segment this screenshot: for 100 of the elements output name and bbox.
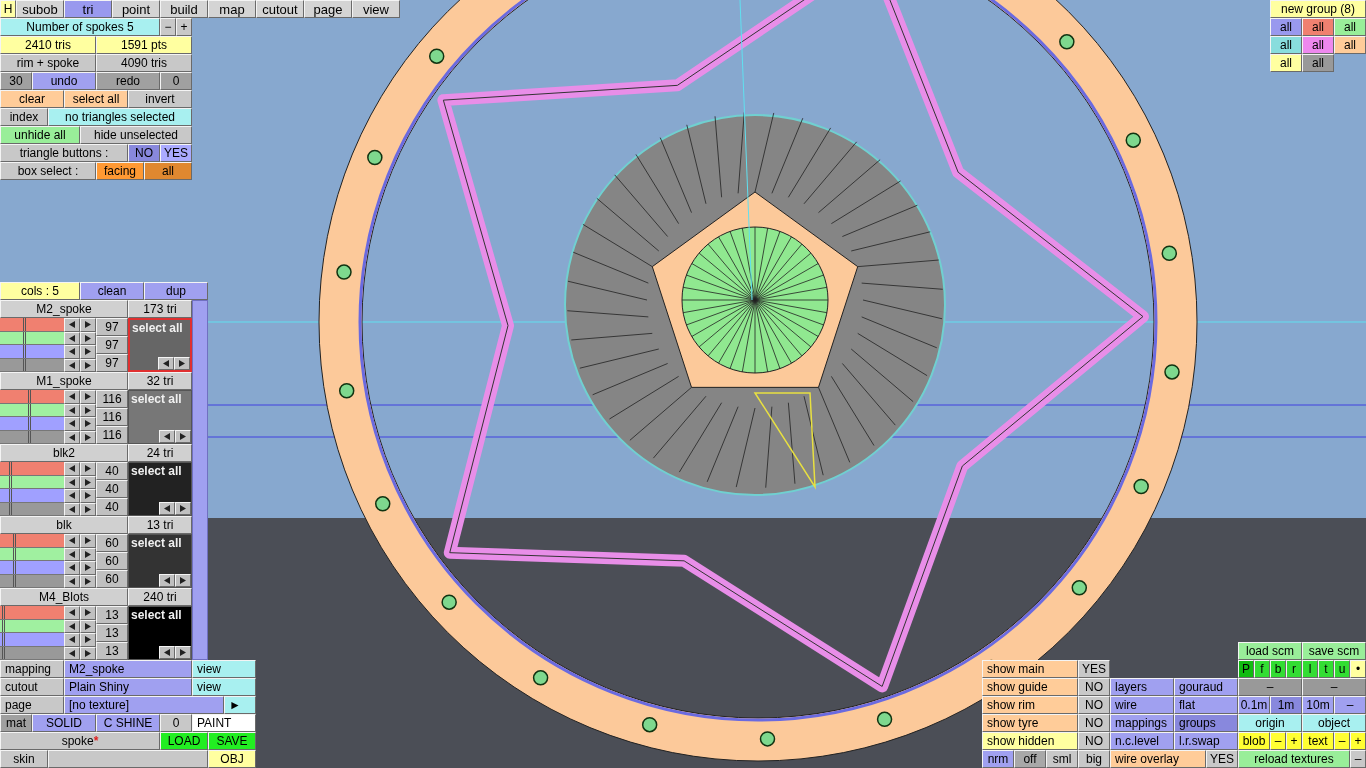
display-option-button[interactable]: wire overlay: [1110, 750, 1206, 768]
left-arrow-button[interactable]: [64, 489, 80, 503]
slider-thumb[interactable]: [22, 318, 26, 331]
material-setting-button[interactable]: PAINT: [192, 714, 256, 732]
display-option-button[interactable]: YES: [1078, 660, 1110, 678]
display-option-button[interactable]: off: [1014, 750, 1046, 768]
view-control-button[interactable]: origin: [1238, 714, 1302, 732]
view-control-button[interactable]: •: [1350, 660, 1366, 678]
view-control-button[interactable]: –: [1350, 750, 1366, 768]
select-all-label[interactable]: select all: [129, 535, 191, 549]
material-name[interactable]: M2_spoke: [0, 300, 128, 318]
select-all-label[interactable]: select all: [130, 320, 190, 334]
material-setting-button[interactable]: SOLID: [32, 714, 96, 732]
view-control-button[interactable]: –: [1334, 696, 1366, 714]
material-name[interactable]: M4_Blots: [0, 588, 128, 606]
right-arrow-button[interactable]: [80, 417, 96, 431]
material-setting-button[interactable]: mapping: [0, 660, 64, 678]
view-control-button[interactable]: –: [1238, 678, 1302, 696]
slider-thumb[interactable]: [27, 390, 31, 403]
view-control-button[interactable]: 10m: [1302, 696, 1334, 714]
color-slider[interactable]: [0, 390, 64, 404]
view-control-button[interactable]: 1m: [1270, 696, 1302, 714]
tool-button[interactable]: box select :: [0, 162, 96, 180]
display-option-button[interactable]: NO: [1078, 732, 1110, 750]
material-setting-button[interactable]: skin: [0, 750, 48, 768]
left-arrow-button[interactable]: [64, 318, 80, 332]
material-swatch[interactable]: select all: [128, 318, 192, 372]
color-slider[interactable]: [0, 633, 64, 647]
menu-tab[interactable]: build: [160, 0, 208, 18]
display-option-button[interactable]: layers: [1110, 678, 1174, 696]
material-setting-button[interactable]: Plain Shiny: [64, 678, 192, 696]
left-arrow-button[interactable]: [64, 417, 80, 431]
view-control-button[interactable]: reload textures: [1238, 750, 1350, 768]
left-arrow-button[interactable]: [64, 534, 80, 548]
slider-thumb[interactable]: [22, 331, 26, 344]
display-option-button[interactable]: gouraud: [1174, 678, 1238, 696]
right-arrow-button[interactable]: [80, 390, 96, 404]
material-name[interactable]: blk2: [0, 444, 128, 462]
select-all-label[interactable]: select all: [129, 463, 191, 477]
group-button[interactable]: new group (8): [1270, 0, 1366, 18]
view-control-button[interactable]: P: [1238, 660, 1254, 678]
color-slider[interactable]: [0, 534, 64, 548]
material-swatch[interactable]: select all: [128, 462, 192, 516]
slider-thumb[interactable]: [13, 534, 17, 547]
material-setting-button[interactable]: view: [192, 678, 256, 696]
tool-button[interactable]: Number of spokes 5: [0, 18, 160, 36]
material-setting-button[interactable]: page: [0, 696, 64, 714]
menu-tab[interactable]: map: [208, 0, 256, 18]
display-option-button[interactable]: sml: [1046, 750, 1078, 768]
material-setting-button[interactable]: 0: [160, 714, 192, 732]
color-slider[interactable]: [0, 462, 64, 476]
right-arrow-button[interactable]: [80, 462, 96, 476]
color-slider[interactable]: [0, 606, 64, 620]
scrollbar[interactable]: [192, 300, 208, 660]
material-swatch[interactable]: select all: [128, 534, 192, 588]
tool-button[interactable]: clear: [0, 90, 64, 108]
right-arrow-button[interactable]: [175, 502, 191, 515]
right-arrow-button[interactable]: [80, 345, 96, 359]
tool-button[interactable]: hide unselected: [80, 126, 192, 144]
slider-thumb[interactable]: [8, 462, 12, 475]
select-all-label[interactable]: select all: [129, 607, 191, 621]
right-arrow-button[interactable]: [80, 561, 96, 575]
display-option-button[interactable]: show tyre: [982, 714, 1078, 732]
view-control-button[interactable]: –: [1302, 678, 1366, 696]
menu-tab[interactable]: subob: [16, 0, 64, 18]
group-button[interactable]: all: [1302, 36, 1334, 54]
view-control-button[interactable]: save scm: [1302, 642, 1366, 660]
material-swatch[interactable]: select all: [128, 606, 192, 660]
menu-tab[interactable]: page: [304, 0, 352, 18]
view-control-button[interactable]: object: [1302, 714, 1366, 732]
left-arrow-button[interactable]: [159, 430, 175, 443]
blank-field[interactable]: [48, 750, 208, 768]
display-option-button[interactable]: YES: [1206, 750, 1238, 768]
view-control-button[interactable]: l: [1302, 660, 1318, 678]
material-setting-button[interactable]: [no texture]: [64, 696, 224, 714]
right-arrow-button[interactable]: [80, 489, 96, 503]
display-option-button[interactable]: l.r.swap: [1174, 732, 1238, 750]
left-arrow-button[interactable]: [64, 561, 80, 575]
right-arrow-button[interactable]: [80, 633, 96, 647]
color-slider[interactable]: [0, 561, 64, 575]
tool-button[interactable]: all: [144, 162, 192, 180]
right-arrow-button[interactable]: [80, 606, 96, 620]
display-option-button[interactable]: nrm: [982, 750, 1014, 768]
color-slider[interactable]: [0, 318, 64, 332]
tool-button[interactable]: YES: [160, 144, 192, 162]
material-name[interactable]: M1_spoke: [0, 372, 128, 390]
material-swatch[interactable]: select all: [128, 390, 192, 444]
display-option-button[interactable]: NO: [1078, 714, 1110, 732]
slider-thumb[interactable]: [8, 475, 12, 488]
group-button[interactable]: all: [1270, 54, 1302, 72]
slider-thumb[interactable]: [8, 502, 12, 515]
home-button[interactable]: H: [0, 0, 16, 18]
view-control-button[interactable]: +: [1350, 732, 1366, 750]
color-slider[interactable]: [0, 345, 64, 359]
slider-thumb[interactable]: [8, 489, 12, 502]
tool-button[interactable]: select all: [64, 90, 128, 108]
display-option-button[interactable]: n.c.level: [1110, 732, 1174, 750]
slider-thumb[interactable]: [1, 619, 5, 632]
left-arrow-button[interactable]: [159, 646, 175, 659]
tool-button[interactable]: NO: [128, 144, 160, 162]
